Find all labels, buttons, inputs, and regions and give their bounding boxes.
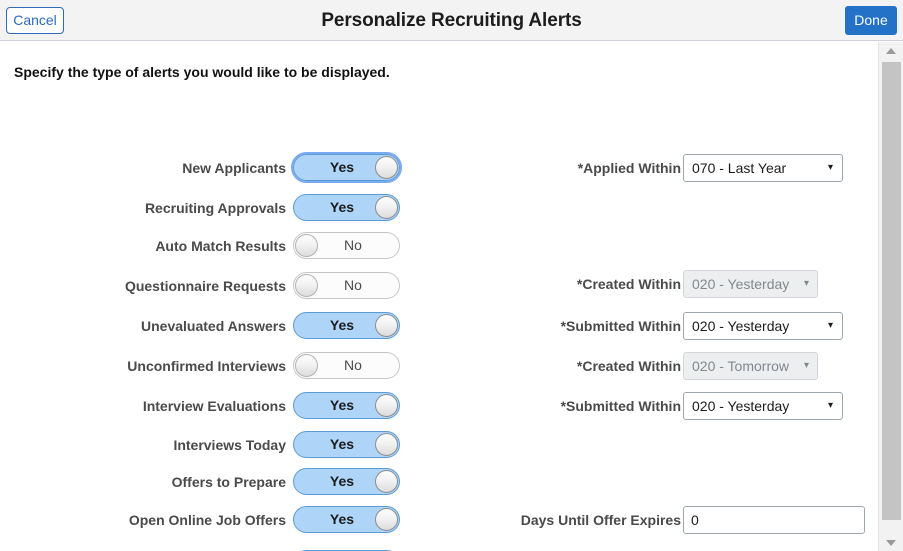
alert-row-recruiting-approvals: Recruiting Approvals Yes	[0, 194, 401, 224]
page-header: Cancel Personalize Recruiting Alerts Don…	[0, 0, 903, 41]
personalize-recruiting-alerts-page: Cancel Personalize Recruiting Alerts Don…	[0, 0, 903, 551]
dropdown-created-within-2: 020 - Tomorrow ▾	[683, 352, 818, 380]
alert-label: Open Online Job Offers	[128, 512, 286, 528]
toggle-knob-icon	[295, 354, 318, 377]
toggle-knob-icon	[375, 470, 398, 493]
alert-label: Questionnaire Requests	[124, 278, 286, 294]
filter-row-submitted-within-2: *Submitted Within 020 - Yesterday ▾	[452, 392, 878, 422]
toggle-knob-icon	[375, 314, 398, 337]
dropdown-applied-within[interactable]: 070 - Last Year ▾	[683, 154, 843, 182]
toggle-new-applicants[interactable]: Yes	[291, 152, 402, 183]
toggle-interview-evaluations[interactable]: Yes	[293, 392, 400, 419]
scroll-up-button[interactable]	[879, 42, 903, 59]
chevron-down-icon: ▾	[827, 400, 833, 411]
alert-label: Interviews Today	[173, 437, 286, 453]
alert-label: New Applicants	[182, 160, 286, 176]
filter-label: *Submitted Within	[560, 318, 681, 334]
chevron-down-icon: ▾	[827, 320, 833, 331]
alert-label: Recruiting Approvals	[144, 200, 286, 216]
toggle-open-online-job-offers[interactable]: Yes	[293, 506, 400, 533]
alert-row-open-online-job-offers: Open Online Job Offers Yes	[0, 506, 401, 536]
vertical-scrollbar[interactable]	[878, 42, 903, 551]
dropdown-value: 020 - Yesterday	[692, 276, 790, 292]
toggle-value: Yes	[329, 317, 355, 333]
days-until-offer-expires-input[interactable]	[683, 506, 865, 534]
filter-label: *Applied Within	[577, 160, 681, 176]
alert-label: Offers to Prepare	[171, 474, 286, 490]
alert-row-unconfirmed-interviews: Unconfirmed Interviews No	[0, 352, 401, 382]
alert-label: Unconfirmed Interviews	[127, 358, 286, 374]
filter-label: *Submitted Within	[560, 398, 681, 414]
toggle-value: Yes	[329, 397, 355, 413]
toggle-knob-icon	[295, 274, 318, 297]
toggle-knob-icon	[375, 508, 398, 531]
filter-row-created-within-2: *Created Within 020 - Tomorrow ▾	[452, 352, 878, 382]
field-row-days-until-offer-expires: Days Until Offer Expires	[452, 506, 878, 536]
toggle-auto-match-results[interactable]: No	[293, 232, 400, 259]
toggle-offers-to-prepare[interactable]: Yes	[293, 468, 400, 495]
alert-row-auto-match-results: Auto Match Results No	[0, 232, 401, 262]
toggle-value: No	[344, 277, 362, 293]
alert-row-interviews-today: Interviews Today Yes	[0, 431, 401, 461]
content-area: Specify the type of alerts you would lik…	[0, 42, 878, 551]
filter-row-created-within-1: *Created Within 020 - Yesterday ▾	[452, 270, 878, 300]
dropdown-value: 020 - Yesterday	[692, 318, 790, 334]
dropdown-value: 020 - Tomorrow	[692, 358, 790, 374]
alert-row-new-applicants: New Applicants Yes	[0, 152, 402, 184]
toggle-knob-icon	[375, 433, 398, 456]
alert-row-questionnaire-requests: Questionnaire Requests No	[0, 272, 401, 302]
toggle-value: Yes	[329, 436, 355, 452]
dropdown-submitted-within-1[interactable]: 020 - Yesterday ▾	[683, 312, 843, 340]
dropdown-submitted-within-2[interactable]: 020 - Yesterday ▾	[683, 392, 843, 420]
alert-label: Auto Match Results	[155, 238, 286, 254]
dropdown-value: 020 - Yesterday	[692, 398, 790, 414]
toggle-unconfirmed-interviews[interactable]: No	[293, 352, 400, 379]
alert-label: Interview Evaluations	[142, 398, 286, 414]
chevron-down-icon: ▾	[827, 162, 833, 173]
days-until-offer-expires-label: Days Until Offer Expires	[520, 512, 681, 528]
scroll-down-arrow-icon	[886, 539, 896, 546]
toggle-value: Yes	[329, 511, 355, 527]
toggle-recruiting-approvals[interactable]: Yes	[293, 194, 400, 221]
toggle-value: Yes	[329, 473, 355, 489]
dropdown-created-within-1: 020 - Yesterday ▾	[683, 270, 818, 298]
toggle-value: Yes	[329, 159, 355, 175]
toggle-knob-icon	[375, 394, 398, 417]
filter-label: *Created Within	[576, 358, 681, 374]
toggle-value: No	[344, 357, 362, 373]
toggle-knob-icon	[375, 196, 398, 219]
toggle-value: Yes	[329, 199, 355, 215]
filter-label: *Created Within	[576, 276, 681, 292]
alert-row-unevaluated-answers: Unevaluated Answers Yes	[0, 312, 401, 342]
page-title: Personalize Recruiting Alerts	[321, 10, 582, 31]
scrollbar-thumb[interactable]	[882, 62, 901, 520]
toggle-knob-icon	[295, 234, 318, 257]
alert-row-offers-to-prepare: Offers to Prepare Yes	[0, 468, 401, 498]
toggle-knob-icon	[375, 156, 398, 179]
toggle-interviews-today[interactable]: Yes	[293, 431, 400, 458]
scroll-down-button[interactable]	[879, 534, 903, 551]
done-button[interactable]: Done	[845, 6, 897, 35]
alert-label: Unevaluated Answers	[141, 318, 286, 334]
instruction-text: Specify the type of alerts you would lik…	[14, 64, 390, 80]
toggle-questionnaire-requests[interactable]: No	[293, 272, 400, 299]
filter-row-applied-within: *Applied Within 070 - Last Year ▾	[452, 154, 878, 184]
scroll-up-arrow-icon	[886, 47, 896, 54]
dropdown-value: 070 - Last Year	[692, 160, 787, 176]
toggle-unevaluated-answers[interactable]: Yes	[293, 312, 400, 339]
chevron-down-icon: ▾	[803, 360, 809, 371]
alert-row-interview-evaluations: Interview Evaluations Yes	[0, 392, 401, 422]
toggle-value: No	[344, 237, 362, 253]
chevron-down-icon: ▾	[803, 278, 809, 289]
filter-row-submitted-within-1: *Submitted Within 020 - Yesterday ▾	[452, 312, 878, 342]
